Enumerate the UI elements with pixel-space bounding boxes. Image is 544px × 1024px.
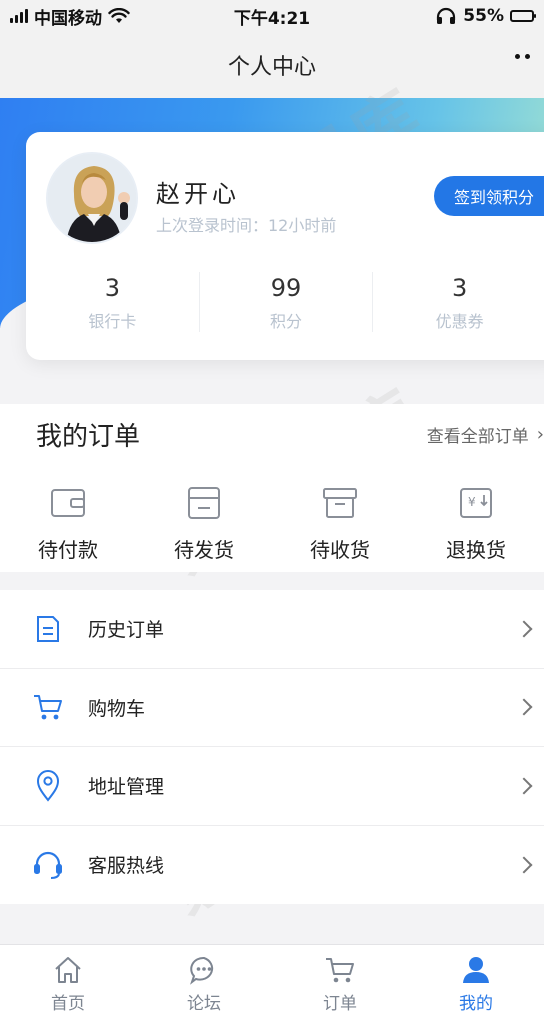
stat-value: 99 (270, 274, 302, 302)
view-all-orders-link[interactable]: 查看全部订单 › (427, 422, 544, 447)
headphones-icon (437, 7, 456, 24)
more-dot-icon (525, 54, 530, 59)
order-label: 待发货 (174, 538, 234, 562)
status-bar: 中国移动 下午4:21 55% (0, 0, 544, 32)
menu-item-hotline[interactable]: 客服热线 (0, 826, 544, 905)
headset-icon (32, 849, 64, 881)
orders-title: 我的订单 (36, 422, 141, 452)
package-icon (188, 487, 220, 519)
stat-bank-cards[interactable]: 3 银行卡 (26, 272, 199, 332)
more-menu-button[interactable] (515, 54, 530, 59)
cart-icon (326, 958, 354, 983)
status-right: 55% (435, 6, 536, 26)
chat-icon (190, 956, 214, 985)
last-login-time: 上次登录时间：12小时前 (156, 216, 337, 235)
tab-home[interactable]: 首页 (0, 945, 136, 1024)
wallet-icon (51, 489, 85, 517)
refund-icon: ¥ (460, 488, 492, 518)
tab-forum[interactable]: 论坛 (136, 945, 272, 1024)
chevron-right-icon: › (536, 424, 544, 445)
menu-item-cart[interactable]: 购物车 (0, 669, 544, 747)
status-time: 下午4:21 (233, 8, 311, 29)
menu-list: 历史订单 购物车 地址管理 客服热线 (0, 590, 544, 904)
chevron-right-icon (515, 698, 533, 716)
view-all-orders-label: 查看全部订单 (426, 427, 529, 447)
orders-section: 我的订单 查看全部订单 › 待付款 待发货 待收货 ¥ 退换货 (0, 404, 544, 572)
carrier-label: 中国移动 (34, 8, 102, 29)
tab-label: 论坛 (187, 994, 221, 1014)
more-dot-icon (515, 54, 520, 59)
stat-coupons[interactable]: 3 优惠券 (372, 272, 544, 332)
stat-label: 积分 (270, 312, 303, 331)
svg-text:¥: ¥ (468, 495, 476, 509)
menu-item-label: 地址管理 (88, 776, 165, 799)
checkin-button[interactable]: 签到领积分 (434, 176, 544, 216)
tab-label: 我的 (459, 994, 493, 1014)
menu-item-label: 购物车 (88, 697, 146, 720)
stat-value: 3 (452, 274, 468, 302)
profile-stats: 3 银行卡 99 积分 3 优惠券 (26, 272, 544, 332)
order-pending-receipt[interactable]: 待收货 (272, 484, 408, 563)
box-icon (323, 488, 357, 518)
battery-icon (510, 10, 536, 22)
profile-card: 赵开心 上次登录时间：12小时前 签到领积分 3 银行卡 99 积分 3 优惠券 (26, 132, 544, 360)
tab-bar: 首页 论坛 订单 我的 (0, 944, 544, 1024)
stat-points[interactable]: 99 积分 (198, 272, 373, 332)
order-label: 退换货 (446, 538, 506, 562)
battery-percent: 55% (463, 6, 504, 26)
order-pending-shipment[interactable]: 待发货 (136, 484, 272, 563)
order-label: 待付款 (38, 538, 98, 562)
tab-label: 订单 (323, 994, 357, 1014)
menu-item-address[interactable]: 地址管理 (0, 747, 544, 826)
cart-icon (32, 691, 64, 723)
avatar-image (48, 154, 136, 242)
user-name: 赵开心 (156, 180, 240, 208)
signal-icon (10, 9, 28, 23)
stat-label: 优惠券 (435, 312, 484, 331)
avatar[interactable] (46, 152, 138, 244)
tab-orders[interactable]: 订单 (272, 945, 408, 1024)
page-title: 个人中心 (227, 55, 316, 80)
order-pending-payment[interactable]: 待付款 (0, 484, 136, 563)
chevron-right-icon (515, 777, 533, 795)
document-icon (32, 613, 64, 645)
status-left: 中国移动 (10, 4, 130, 29)
tab-label: 首页 (51, 994, 85, 1014)
chevron-right-icon (515, 856, 533, 874)
user-icon (463, 957, 489, 983)
wifi-icon (108, 8, 130, 23)
menu-item-label: 历史订单 (88, 619, 165, 642)
stat-value: 3 (104, 274, 120, 302)
order-status-list: 待付款 待发货 待收货 ¥ 退换货 (0, 484, 544, 563)
home-icon (55, 957, 81, 983)
stat-label: 银行卡 (88, 312, 137, 331)
nav-bar: 个人中心 (0, 32, 544, 98)
order-returns[interactable]: ¥ 退换货 (408, 484, 544, 563)
menu-item-order-history[interactable]: 历史订单 (0, 590, 544, 669)
location-icon (32, 769, 64, 802)
menu-item-label: 客服热线 (88, 855, 165, 878)
order-label: 待收货 (310, 538, 370, 562)
chevron-right-icon (515, 620, 533, 638)
tab-me[interactable]: 我的 (408, 945, 544, 1024)
